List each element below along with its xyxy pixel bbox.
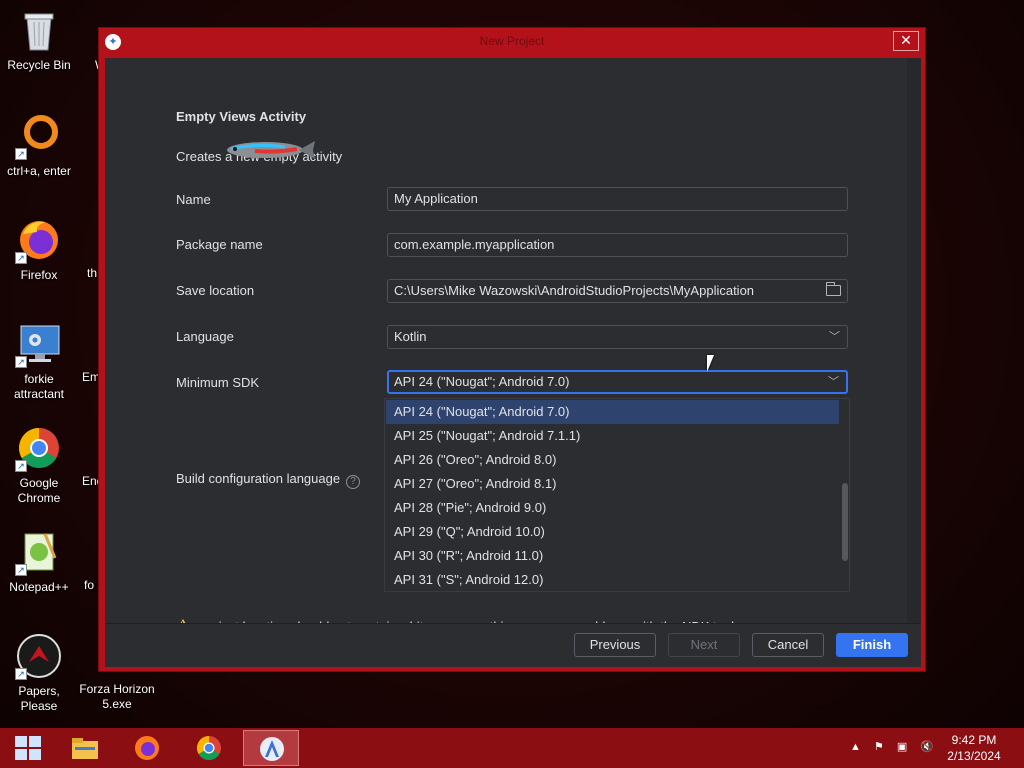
dropdown-scrollbar[interactable]	[842, 483, 848, 561]
desktop-icon-forkie-attractant[interactable]: ↗ forkie attractant	[0, 320, 78, 402]
chevron-down-icon: ﹀	[829, 331, 840, 343]
build-config-language-label: Build configuration language?	[176, 471, 361, 489]
build-config-language-text: Build configuration language	[176, 471, 341, 486]
taskbar-firefox[interactable]	[119, 730, 175, 766]
action-center-flag-icon[interactable]: ⚑	[874, 741, 884, 753]
desktop-icon-label: Forza Horizon 5.exe	[79, 682, 155, 711]
shortcut-arrow-icon: ↗	[15, 356, 27, 368]
file-explorer-icon	[70, 734, 100, 762]
panel-scroll-track	[907, 58, 921, 648]
language-value: Kotlin	[394, 329, 427, 344]
name-field[interactable]: My Application	[387, 187, 848, 211]
volume-muted-icon[interactable]: 🔇	[920, 741, 934, 753]
save-location-label: Save location	[176, 283, 255, 298]
monitor-gear-icon: ↗	[15, 320, 63, 368]
language-select[interactable]: Kotlin ﹀	[387, 325, 848, 349]
clock-date: 2/13/2024	[947, 749, 1001, 763]
desktop-icon-label: Papers, Please	[18, 684, 60, 713]
minimum-sdk-value: API 24 ("Nougat"; Android 7.0)	[394, 374, 570, 389]
previous-button[interactable]: Previous	[574, 633, 656, 657]
fish-pet-icon[interactable]	[225, 138, 317, 162]
shortcut-arrow-icon: ↗	[15, 564, 27, 576]
desktop-icon-recycle-bin[interactable]: Recycle Bin	[0, 6, 78, 73]
sdk-option-api-31[interactable]: API 31 ("S"; Android 12.0)	[386, 568, 839, 592]
desktop-icon-ctrl-a-enter[interactable]: ↗ ctrl+a, enter	[0, 112, 78, 179]
chevron-down-icon: ﹀	[828, 376, 839, 388]
sdk-option-api-25[interactable]: API 25 ("Nougat"; Android 7.1.1)	[386, 424, 839, 448]
sdk-option-api-30[interactable]: API 30 ("R"; Android 11.0)	[386, 544, 839, 568]
cancel-button[interactable]: Cancel	[752, 633, 824, 657]
chrome-icon	[194, 734, 224, 762]
desktop-icon-label: Firefox	[20, 268, 58, 282]
taskbar-file-explorer[interactable]	[57, 730, 113, 766]
desktop-icon-label: Google Chrome	[17, 476, 61, 505]
firefox-icon	[132, 734, 162, 762]
desktop-icon-label: forkie attractant	[13, 372, 65, 401]
desktop-icon-label: Notepad++	[9, 580, 69, 594]
shortcut-arrow-icon: ↗	[15, 668, 27, 680]
close-icon: ✕	[900, 32, 912, 48]
desktop-icon-label: Recycle Bin	[7, 58, 71, 72]
template-heading: Empty Views Activity	[176, 109, 307, 124]
package-name-label: Package name	[176, 237, 263, 252]
next-button[interactable]: Next	[668, 633, 740, 657]
minimum-sdk-dropdown-list: API 24 ("Nougat"; Android 7.0) API 25 ("…	[384, 398, 850, 592]
show-hidden-icons-icon[interactable]: ▲	[850, 741, 861, 753]
dialog-title: New Project	[479, 34, 545, 48]
save-location-value: C:\Users\Mike Wazowski\AndroidStudioProj…	[394, 283, 755, 298]
shortcut-arrow-icon: ↗	[15, 148, 27, 160]
minimum-sdk-select[interactable]: API 24 ("Nougat"; Android 7.0) ﹀	[387, 370, 848, 394]
save-location-field[interactable]: C:\Users\Mike Wazowski\AndroidStudioProj…	[387, 279, 848, 303]
recycle-bin-icon	[15, 6, 63, 54]
start-button[interactable]	[0, 730, 56, 766]
package-name-field[interactable]: com.example.myapplication	[387, 233, 848, 257]
desktop-icon-google-chrome[interactable]: ↗ Google Chrome	[0, 424, 78, 506]
language-label: Language	[176, 329, 234, 344]
taskbar-android-studio[interactable]	[243, 730, 299, 766]
firefox-icon: ↗	[15, 216, 63, 264]
desktop-icon-notepad-plus-plus[interactable]: ↗ Notepad++	[0, 528, 78, 595]
network-icon[interactable]: ▣	[897, 741, 907, 753]
close-button[interactable]: ✕	[893, 31, 919, 51]
shortcut-arrow-icon: ↗	[15, 460, 27, 472]
shortcut-arrow-icon: ↗	[15, 252, 27, 264]
help-icon[interactable]: ?	[346, 475, 361, 489]
papers-please-icon: ↗	[15, 632, 63, 680]
desktop-icon-forza-horizon[interactable]: Forza Horizon 5.exe	[78, 682, 156, 712]
new-project-dialog: ✦ New Project ✕ Empty Views Activity Cre…	[98, 27, 926, 672]
dialog-titlebar[interactable]: ✦ New Project ✕	[99, 28, 925, 54]
chrome-icon: ↗	[15, 424, 63, 472]
minimum-sdk-label: Minimum SDK	[176, 375, 260, 390]
sdk-option-api-27[interactable]: API 27 ("Oreo"; Android 8.1)	[386, 472, 839, 496]
dialog-footer: Previous Next Cancel Finish	[105, 623, 921, 667]
sdk-option-api-26[interactable]: API 26 ("Oreo"; Android 8.0)	[386, 448, 839, 472]
finish-button[interactable]: Finish	[836, 633, 908, 657]
sdk-option-api-29[interactable]: API 29 ("Q"; Android 10.0)	[386, 520, 839, 544]
taskbar-chrome[interactable]	[181, 730, 237, 766]
notepad-plus-plus-icon: ↗	[15, 528, 63, 576]
android-studio-icon	[257, 735, 287, 763]
clock-time: 9:42 PM	[951, 733, 997, 747]
desktop-icon-label: ctrl+a, enter	[7, 164, 71, 178]
name-label: Name	[176, 192, 211, 207]
desktop-icon-firefox[interactable]: ↗ Firefox	[0, 216, 78, 283]
folder-icon[interactable]	[826, 282, 841, 296]
ring-icon: ↗	[15, 112, 63, 160]
taskbar-clock[interactable]: 9:42 PM 2/13/2024	[936, 732, 1012, 764]
sdk-option-api-24[interactable]: API 24 ("Nougat"; Android 7.0)	[386, 400, 839, 424]
mouse-pointer-icon	[707, 355, 714, 372]
taskbar: ▲ ⚑ ▣ 🔇 9:42 PM 2/13/2024	[0, 728, 1024, 768]
sdk-option-api-28[interactable]: API 28 ("Pie"; Android 9.0)	[386, 496, 839, 520]
system-tray: ▲ ⚑ ▣ 🔇	[840, 740, 934, 753]
desktop-icon-papers-please[interactable]: ↗ Papers, Please	[0, 632, 78, 714]
start-icon	[13, 734, 43, 762]
